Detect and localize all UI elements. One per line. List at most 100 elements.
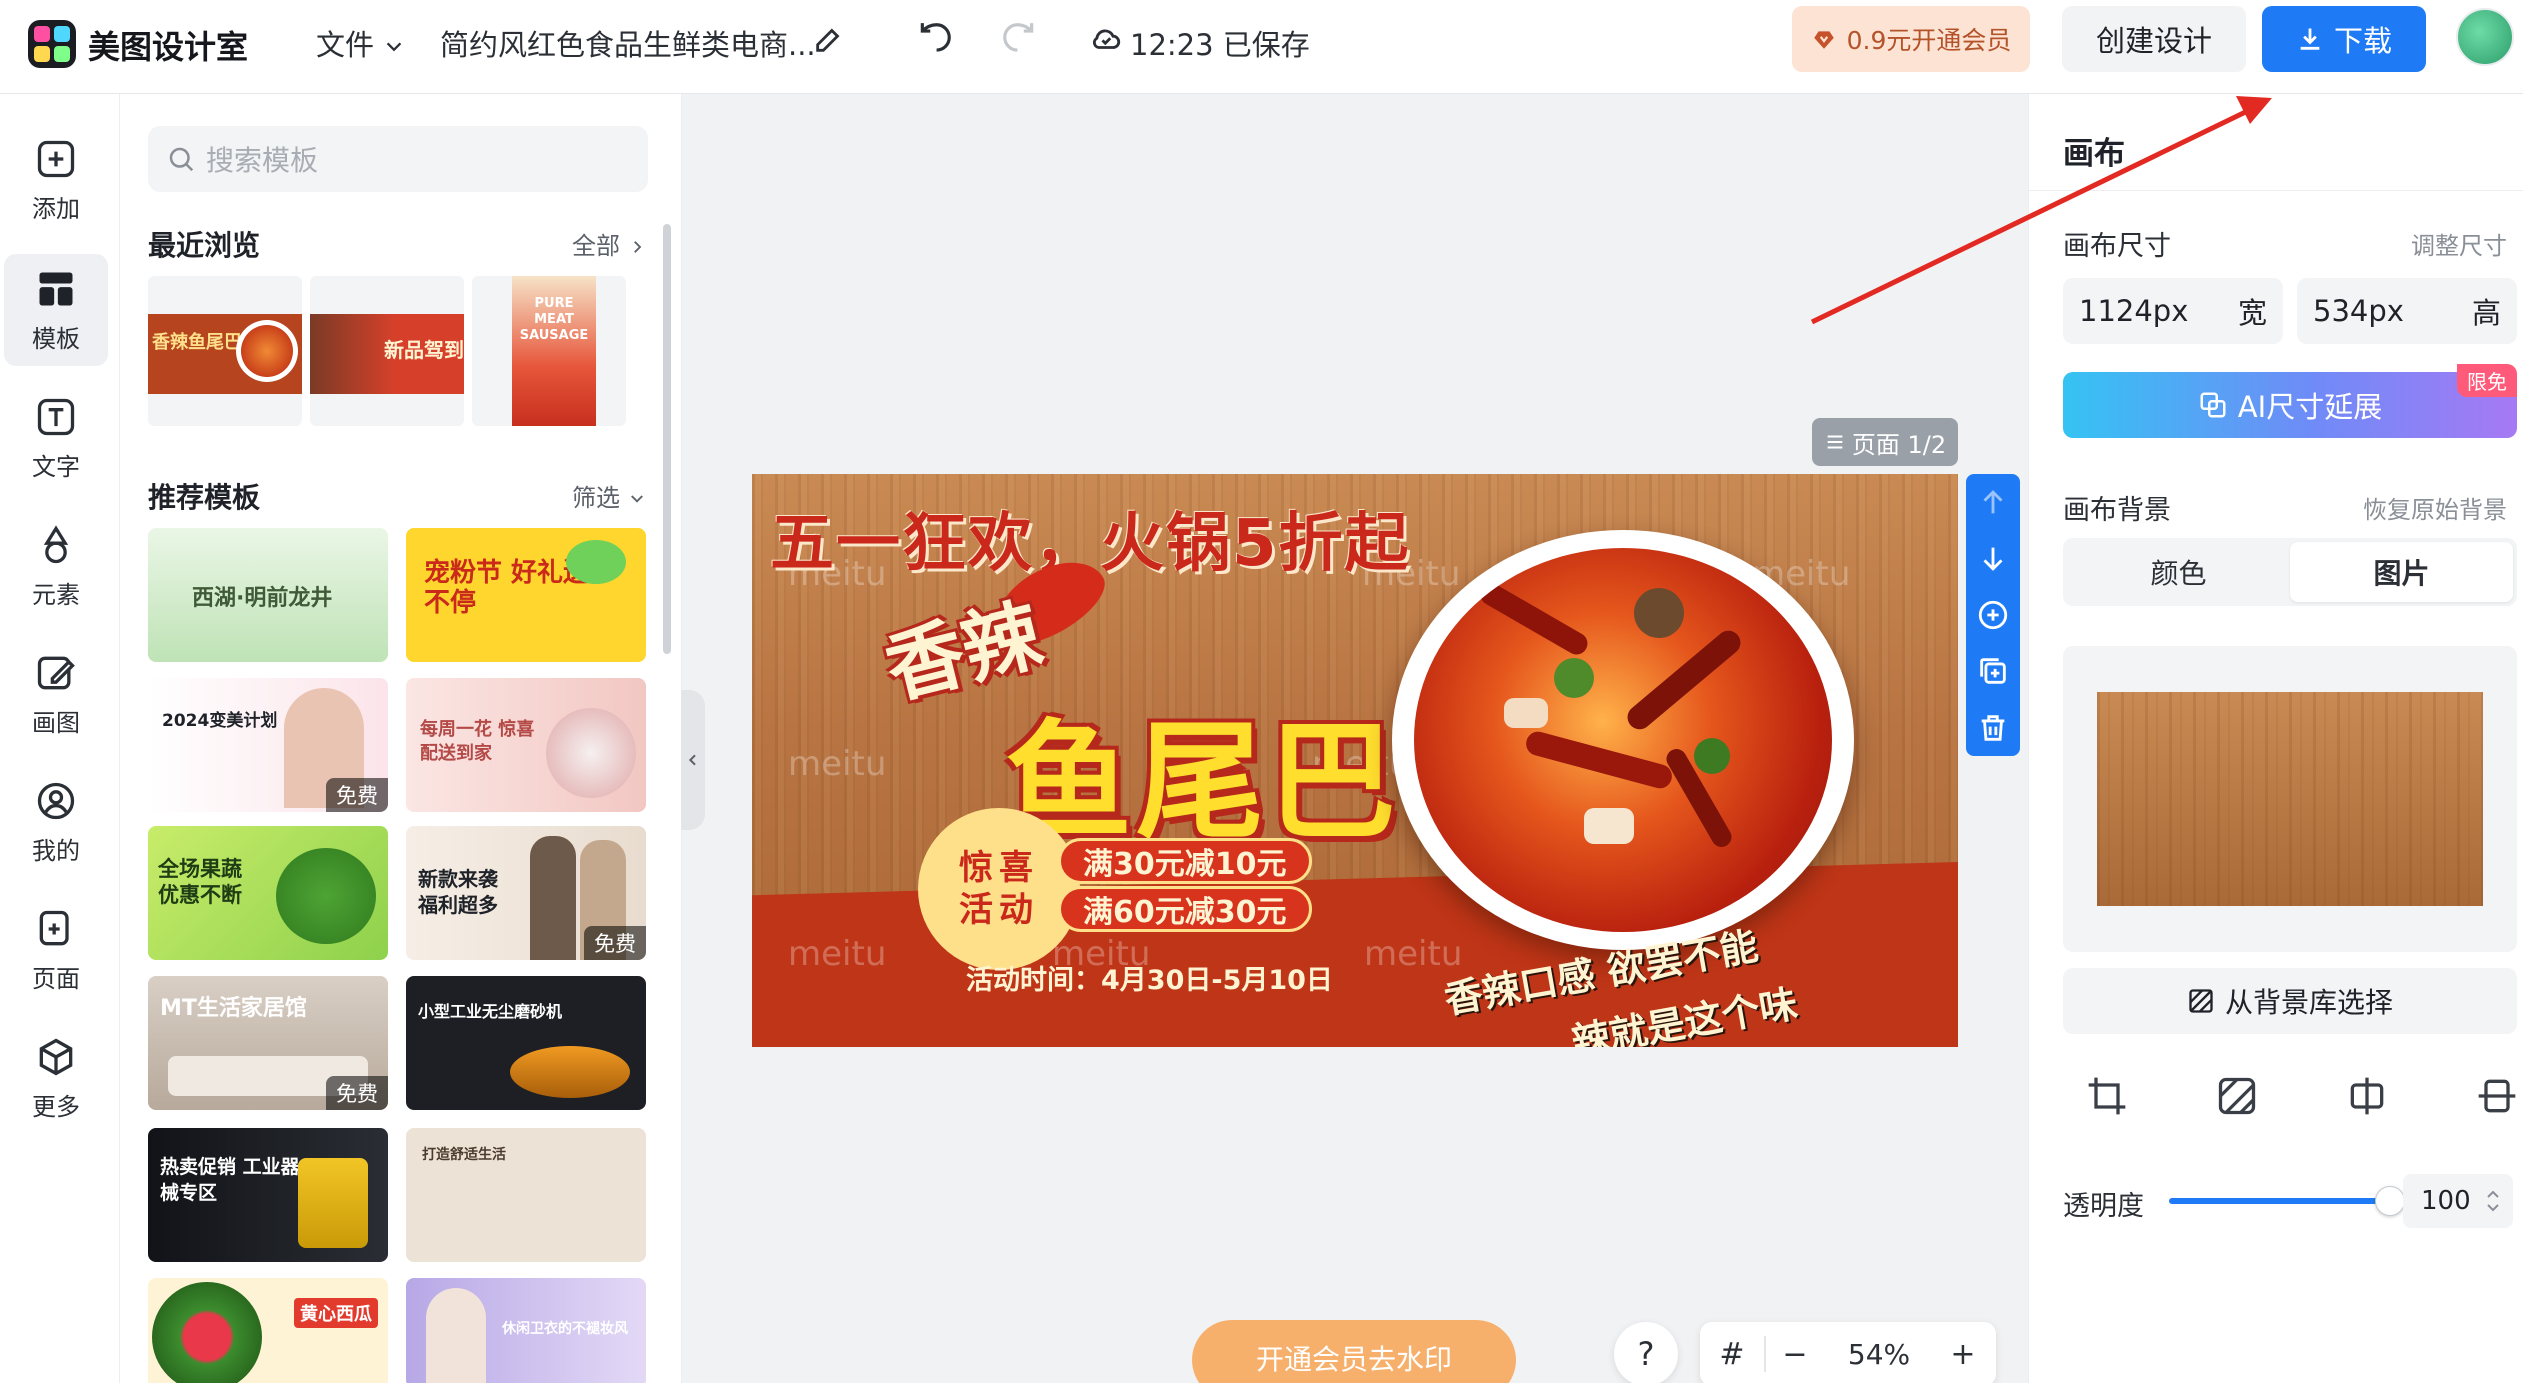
template-card[interactable]: 西湖·明前龙井 (148, 528, 388, 662)
top-bar: 美图设计室 文件 简约风红色食品生鲜类电商... 12:23 已保存 0.9元开… (0, 0, 2523, 94)
template-card-text: 2024变美计划 (162, 711, 278, 731)
width-input[interactable]: 1124px 宽 (2063, 278, 2283, 344)
filter-button[interactable]: 筛选 (572, 478, 646, 513)
template-card[interactable]: 打造舒适生活 (406, 1128, 646, 1262)
remove-watermark-button[interactable]: 开通会员去水印 (1192, 1320, 1516, 1383)
rail-label-draw: 画图 (32, 708, 80, 737)
help-button[interactable]: ? (1614, 1322, 1678, 1383)
avatar[interactable] (2456, 8, 2514, 66)
duplicate-page-icon[interactable] (1976, 654, 2010, 688)
template-card[interactable]: 新款来袭 福利超多 免费 (406, 826, 646, 960)
restore-bg-link[interactable]: 恢复原始背景 (2363, 490, 2507, 525)
left-rail: 添加 模板 文字 元素 画图 我的 页面 更多 (0, 94, 120, 1383)
promo-pill-2[interactable]: 满60元减30元 (1058, 886, 1312, 932)
rail-item-add[interactable]: 添加 (4, 124, 108, 236)
vip-diamond-icon (1813, 31, 1834, 49)
promo-pill-1[interactable]: 满30元减10元 (1058, 838, 1312, 884)
limited-free-badge: 限免 (2457, 364, 2517, 397)
add-page-icon[interactable] (1976, 598, 2010, 632)
filter-label: 筛选 (572, 484, 620, 512)
template-card[interactable]: 热卖促销 工业器械专区 (148, 1128, 388, 1262)
app-title[interactable]: 美图设计室 (88, 22, 248, 68)
recent-thumb-1[interactable]: 香辣鱼尾巴 (148, 276, 302, 426)
design-canvas[interactable]: meitu meitu meitu meitu meitu 五一狂欢，火锅5折起… (752, 474, 1958, 1047)
template-card[interactable]: 每周一花 惊喜配送到家 (406, 678, 646, 812)
hotpot-bowl-image[interactable] (1392, 530, 1854, 950)
stepper-icon[interactable] (2483, 1186, 2503, 1216)
tab-image[interactable]: 图片 (2290, 542, 2513, 602)
opacity-label: 透明度 (2063, 1191, 2144, 1222)
create-design-button[interactable]: 创建设计 (2062, 6, 2246, 72)
filter-pattern-icon[interactable] (2215, 1074, 2259, 1118)
template-panel: 搜索模板 最近浏览 全部 香辣鱼尾巴 新品驾到 PURE MEAT SAUSAG… (120, 94, 682, 1383)
delete-page-icon[interactable] (1976, 711, 2010, 745)
rail-item-more[interactable]: 更多 (4, 1022, 108, 1134)
canvas-subtitle-fish[interactable]: 鱼尾巴 (1004, 678, 1400, 863)
download-label: 下载 (2333, 24, 2392, 58)
rail-item-draw[interactable]: 画图 (4, 638, 108, 750)
bg-library-button[interactable]: 从背景库选择 (2063, 968, 2517, 1034)
open-vip-button[interactable]: 0.9元开通会员 (1792, 6, 2030, 72)
rail-item-page[interactable]: 页面 (4, 894, 108, 1006)
template-card[interactable]: 黄心西瓜 (148, 1278, 388, 1383)
template-card[interactable]: 宠粉节 好礼送不停 (406, 528, 646, 662)
rail-label-text: 文字 (32, 452, 80, 481)
opacity-input[interactable]: 100 (2403, 1174, 2513, 1228)
app-logo-icon[interactable] (28, 20, 76, 68)
zoom-in-button[interactable]: + (1934, 1337, 1992, 1372)
rail-item-text[interactable]: 文字 (4, 382, 108, 494)
list-icon (1827, 435, 1843, 449)
bg-library-label: 从背景库选择 (2224, 986, 2393, 1019)
bg-image-preview[interactable] (2063, 646, 2517, 952)
free-badge: 免费 (326, 1076, 388, 1110)
edit-icon[interactable] (812, 22, 846, 56)
rail-item-element[interactable]: 元素 (4, 510, 108, 622)
template-card[interactable]: 休闲卫衣的不褪妆风 (406, 1278, 646, 1383)
collapse-panel-button[interactable] (681, 690, 705, 830)
template-card-text: 打造舒适生活 (422, 1147, 506, 1163)
panel-scrollbar[interactable] (663, 224, 671, 654)
crop-icon[interactable] (2085, 1074, 2129, 1118)
template-card[interactable]: MT生活家居馆 免费 (148, 976, 388, 1110)
more-icon (39, 1038, 73, 1075)
resize-link[interactable]: 调整尺寸 (2411, 226, 2507, 261)
download-button[interactable]: 下载 (2262, 6, 2426, 72)
document-title[interactable]: 简约风红色食品生鲜类电商... (440, 22, 816, 64)
width-value: 1124px (2079, 294, 2189, 328)
rail-item-mine[interactable]: 我的 (4, 766, 108, 878)
recent-all-link[interactable]: 全部 (572, 226, 646, 261)
page-indicator[interactable]: 页面 1/2 (1812, 418, 1958, 466)
file-menu[interactable]: 文件 (316, 22, 405, 64)
undo-icon[interactable] (916, 20, 954, 58)
redo-icon[interactable] (1000, 20, 1038, 58)
save-status: 12:23 已保存 (1130, 28, 1310, 62)
grid-button[interactable]: # (1700, 1337, 1764, 1372)
rail-item-template[interactable]: 模板 (4, 254, 108, 366)
activity-date[interactable]: 活动时间：4月30日-5月10日 (966, 958, 1333, 997)
recent-thumb-2[interactable]: 新品驾到 (310, 276, 464, 426)
opacity-slider-track[interactable] (2169, 1198, 2389, 1204)
page-toolbar (1966, 474, 2020, 756)
recommend-title: 推荐模板 (148, 481, 261, 514)
zoom-out-button[interactable]: − (1766, 1337, 1824, 1372)
flip-vertical-icon[interactable] (2475, 1074, 2519, 1118)
tab-color[interactable]: 颜色 (2067, 542, 2290, 602)
zoom-level[interactable]: 54% (1824, 1338, 1934, 1371)
vip-label: 0.9元开通会员 (1846, 26, 2012, 55)
page-icon (39, 910, 69, 945)
template-card[interactable]: 2024变美计划 免费 (148, 678, 388, 812)
chevron-left-icon (688, 754, 696, 766)
search-input[interactable]: 搜索模板 (148, 126, 648, 192)
template-card[interactable]: 小型工业无尘磨砂机 (406, 976, 646, 1110)
recent-thumb-3[interactable]: PURE MEAT SAUSAGE (472, 276, 626, 426)
opacity-slider-handle[interactable] (2375, 1186, 2405, 1216)
page-indicator-label: 页面 1/2 (1851, 430, 1947, 459)
move-down-icon[interactable] (1976, 542, 2010, 576)
search-placeholder: 搜索模板 (206, 144, 319, 177)
height-input[interactable]: 534px 高 (2297, 278, 2517, 344)
flip-horizontal-icon[interactable] (2345, 1074, 2389, 1118)
move-up-icon[interactable] (1976, 485, 2010, 519)
template-card[interactable]: 全场果蔬 优惠不断 (148, 826, 388, 960)
ai-resize-button[interactable]: AI尺寸延展 限免 (2063, 364, 2517, 438)
promo-circle[interactable]: 惊喜 活动 (924, 814, 1074, 964)
